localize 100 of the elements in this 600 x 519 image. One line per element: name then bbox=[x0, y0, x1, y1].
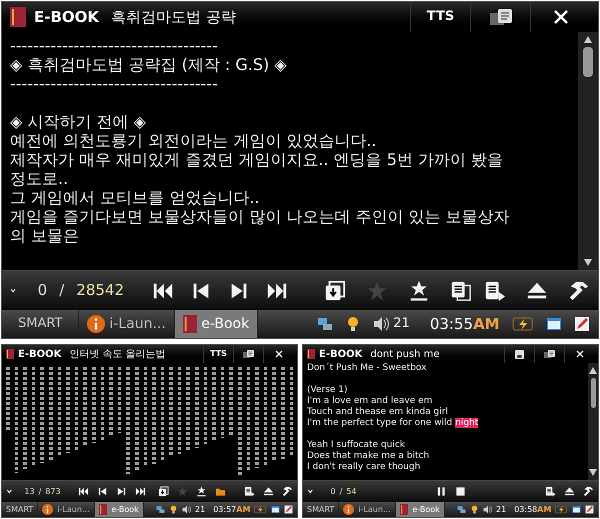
text-line: 의 보물은 bbox=[10, 226, 80, 245]
task-button[interactable]: e-Book bbox=[94, 502, 144, 517]
lightbulb-icon[interactable] bbox=[169, 505, 178, 514]
book-icon bbox=[10, 7, 26, 27]
hammer-icon[interactable] bbox=[282, 486, 293, 497]
clock: 03:57AM bbox=[213, 504, 250, 516]
window-icon bbox=[243, 350, 254, 358]
close-icon bbox=[576, 350, 584, 358]
book-icon bbox=[307, 349, 315, 359]
text-line: Does that make me a bitch bbox=[307, 451, 430, 462]
volume-indicator[interactable]: 21 bbox=[182, 504, 206, 516]
chevron-down-icon[interactable] bbox=[6, 488, 13, 495]
star-icon[interactable] bbox=[177, 486, 188, 497]
scroll-thumb[interactable] bbox=[583, 47, 593, 77]
task-button[interactable]: i-Laun... bbox=[339, 502, 396, 517]
window-title: 인터넷 속도 올리는법 bbox=[69, 348, 166, 362]
tts-button[interactable]: TTS bbox=[203, 345, 233, 363]
task-button[interactable]: i-Laun... bbox=[79, 310, 175, 338]
window-icon[interactable] bbox=[572, 505, 581, 514]
info-icon bbox=[42, 504, 54, 515]
battery-charging-icon[interactable] bbox=[512, 316, 534, 332]
scrollbar[interactable] bbox=[578, 32, 598, 270]
skip-first-icon[interactable] bbox=[78, 486, 90, 497]
page-separator: / bbox=[340, 486, 342, 498]
scrollbar[interactable] bbox=[588, 363, 598, 480]
task-button[interactable]: e-Book bbox=[396, 502, 445, 517]
window-title: 흑취검마도법 공략 bbox=[111, 6, 236, 28]
skip-last-icon[interactable] bbox=[135, 486, 146, 497]
window-icon bbox=[490, 9, 512, 25]
info-icon bbox=[87, 315, 106, 333]
app-name: E-BOOK bbox=[34, 6, 100, 28]
total-pages: 873 bbox=[45, 486, 61, 498]
text-line: Yeah I suffocate quick bbox=[307, 440, 406, 451]
text-line: Touch and thease em kinda girl bbox=[307, 407, 449, 418]
clock: 03:58AM bbox=[514, 504, 552, 516]
stop-icon[interactable] bbox=[454, 486, 466, 497]
eject-icon[interactable] bbox=[564, 486, 575, 497]
list-play-icon[interactable] bbox=[484, 280, 506, 302]
book-icon bbox=[6, 349, 14, 359]
battery-charging-icon[interactable] bbox=[555, 505, 568, 514]
text-line: ------------------------------------ bbox=[10, 36, 219, 55]
window-icon[interactable] bbox=[271, 505, 280, 514]
scroll-up-icon[interactable] bbox=[584, 36, 592, 43]
hammer-icon[interactable] bbox=[582, 486, 594, 497]
start-button[interactable]: SMART bbox=[303, 502, 340, 517]
pencil-icon[interactable] bbox=[585, 505, 594, 514]
start-button[interactable]: SMART bbox=[2, 502, 38, 517]
document-icon[interactable] bbox=[450, 280, 472, 302]
window-icon[interactable] bbox=[546, 316, 562, 332]
pause-icon[interactable] bbox=[436, 486, 447, 497]
tts-button[interactable]: TTS bbox=[410, 2, 470, 32]
task-button[interactable]: e-Book bbox=[174, 310, 258, 338]
start-button[interactable]: SMART bbox=[2, 310, 80, 338]
star-underline-icon[interactable] bbox=[196, 486, 208, 497]
scroll-up-icon[interactable] bbox=[589, 367, 597, 374]
list-play-icon[interactable] bbox=[244, 486, 255, 497]
text-line: ------------------------------------ bbox=[10, 74, 219, 93]
volume-indicator[interactable]: 21 bbox=[483, 504, 506, 516]
close-icon bbox=[274, 350, 282, 358]
pencil-icon[interactable] bbox=[284, 505, 293, 514]
page-number: 13 bbox=[23, 486, 35, 498]
battery-charging-icon[interactable] bbox=[254, 505, 267, 514]
task-button[interactable]: i-Laun... bbox=[38, 502, 95, 517]
page-separator: / bbox=[38, 486, 42, 498]
lightbulb-icon[interactable] bbox=[470, 505, 479, 514]
pencil-icon[interactable] bbox=[574, 316, 590, 332]
text-line: I'm a love em and leave em bbox=[307, 396, 434, 407]
network-icon[interactable] bbox=[457, 505, 466, 514]
total-pages: 28542 bbox=[76, 280, 124, 302]
eject-icon[interactable] bbox=[262, 486, 274, 497]
next-icon[interactable] bbox=[116, 486, 128, 497]
text-line: ◈ 시작하기 전에 ◈ bbox=[10, 112, 147, 131]
star-underline-icon[interactable] bbox=[408, 280, 430, 302]
text-line: (Verse 1) bbox=[307, 385, 349, 396]
highlighted-word: night bbox=[455, 418, 478, 428]
star-icon[interactable] bbox=[366, 280, 388, 302]
text-line: I'm the perfect type for one wild night bbox=[307, 418, 480, 429]
list-play-icon[interactable] bbox=[544, 486, 556, 497]
scroll-thumb[interactable] bbox=[590, 378, 596, 408]
book-icon bbox=[400, 504, 408, 515]
text-line: ◈ 흑취검마도법 공략집 (제작 : G.S) ◈ bbox=[10, 55, 288, 74]
volume-indicator[interactable]: 21 bbox=[373, 314, 410, 334]
chevron-down-icon[interactable] bbox=[307, 488, 314, 495]
speaker-icon bbox=[483, 505, 492, 514]
folder-icon[interactable] bbox=[215, 486, 226, 497]
download-box-icon[interactable] bbox=[324, 280, 346, 302]
hammer-icon[interactable] bbox=[568, 280, 590, 302]
network-icon[interactable] bbox=[317, 316, 334, 332]
network-icon[interactable] bbox=[156, 505, 165, 514]
download-box-icon[interactable] bbox=[158, 486, 170, 497]
app-name: E-BOOK bbox=[18, 348, 62, 362]
window-icon bbox=[544, 350, 555, 358]
scroll-down-icon[interactable] bbox=[584, 259, 592, 266]
text-line: 제작자가 매우 재미있게 즐겼던 게임이지요.. 엔딩을 5번 가까이 봤을 bbox=[10, 150, 504, 169]
previous-icon[interactable] bbox=[97, 486, 108, 497]
close-icon bbox=[552, 9, 568, 25]
page-number: 0 bbox=[36, 280, 48, 302]
book-icon bbox=[98, 504, 108, 515]
scroll-down-icon[interactable] bbox=[589, 469, 597, 476]
window-title: dont push me bbox=[370, 348, 440, 362]
